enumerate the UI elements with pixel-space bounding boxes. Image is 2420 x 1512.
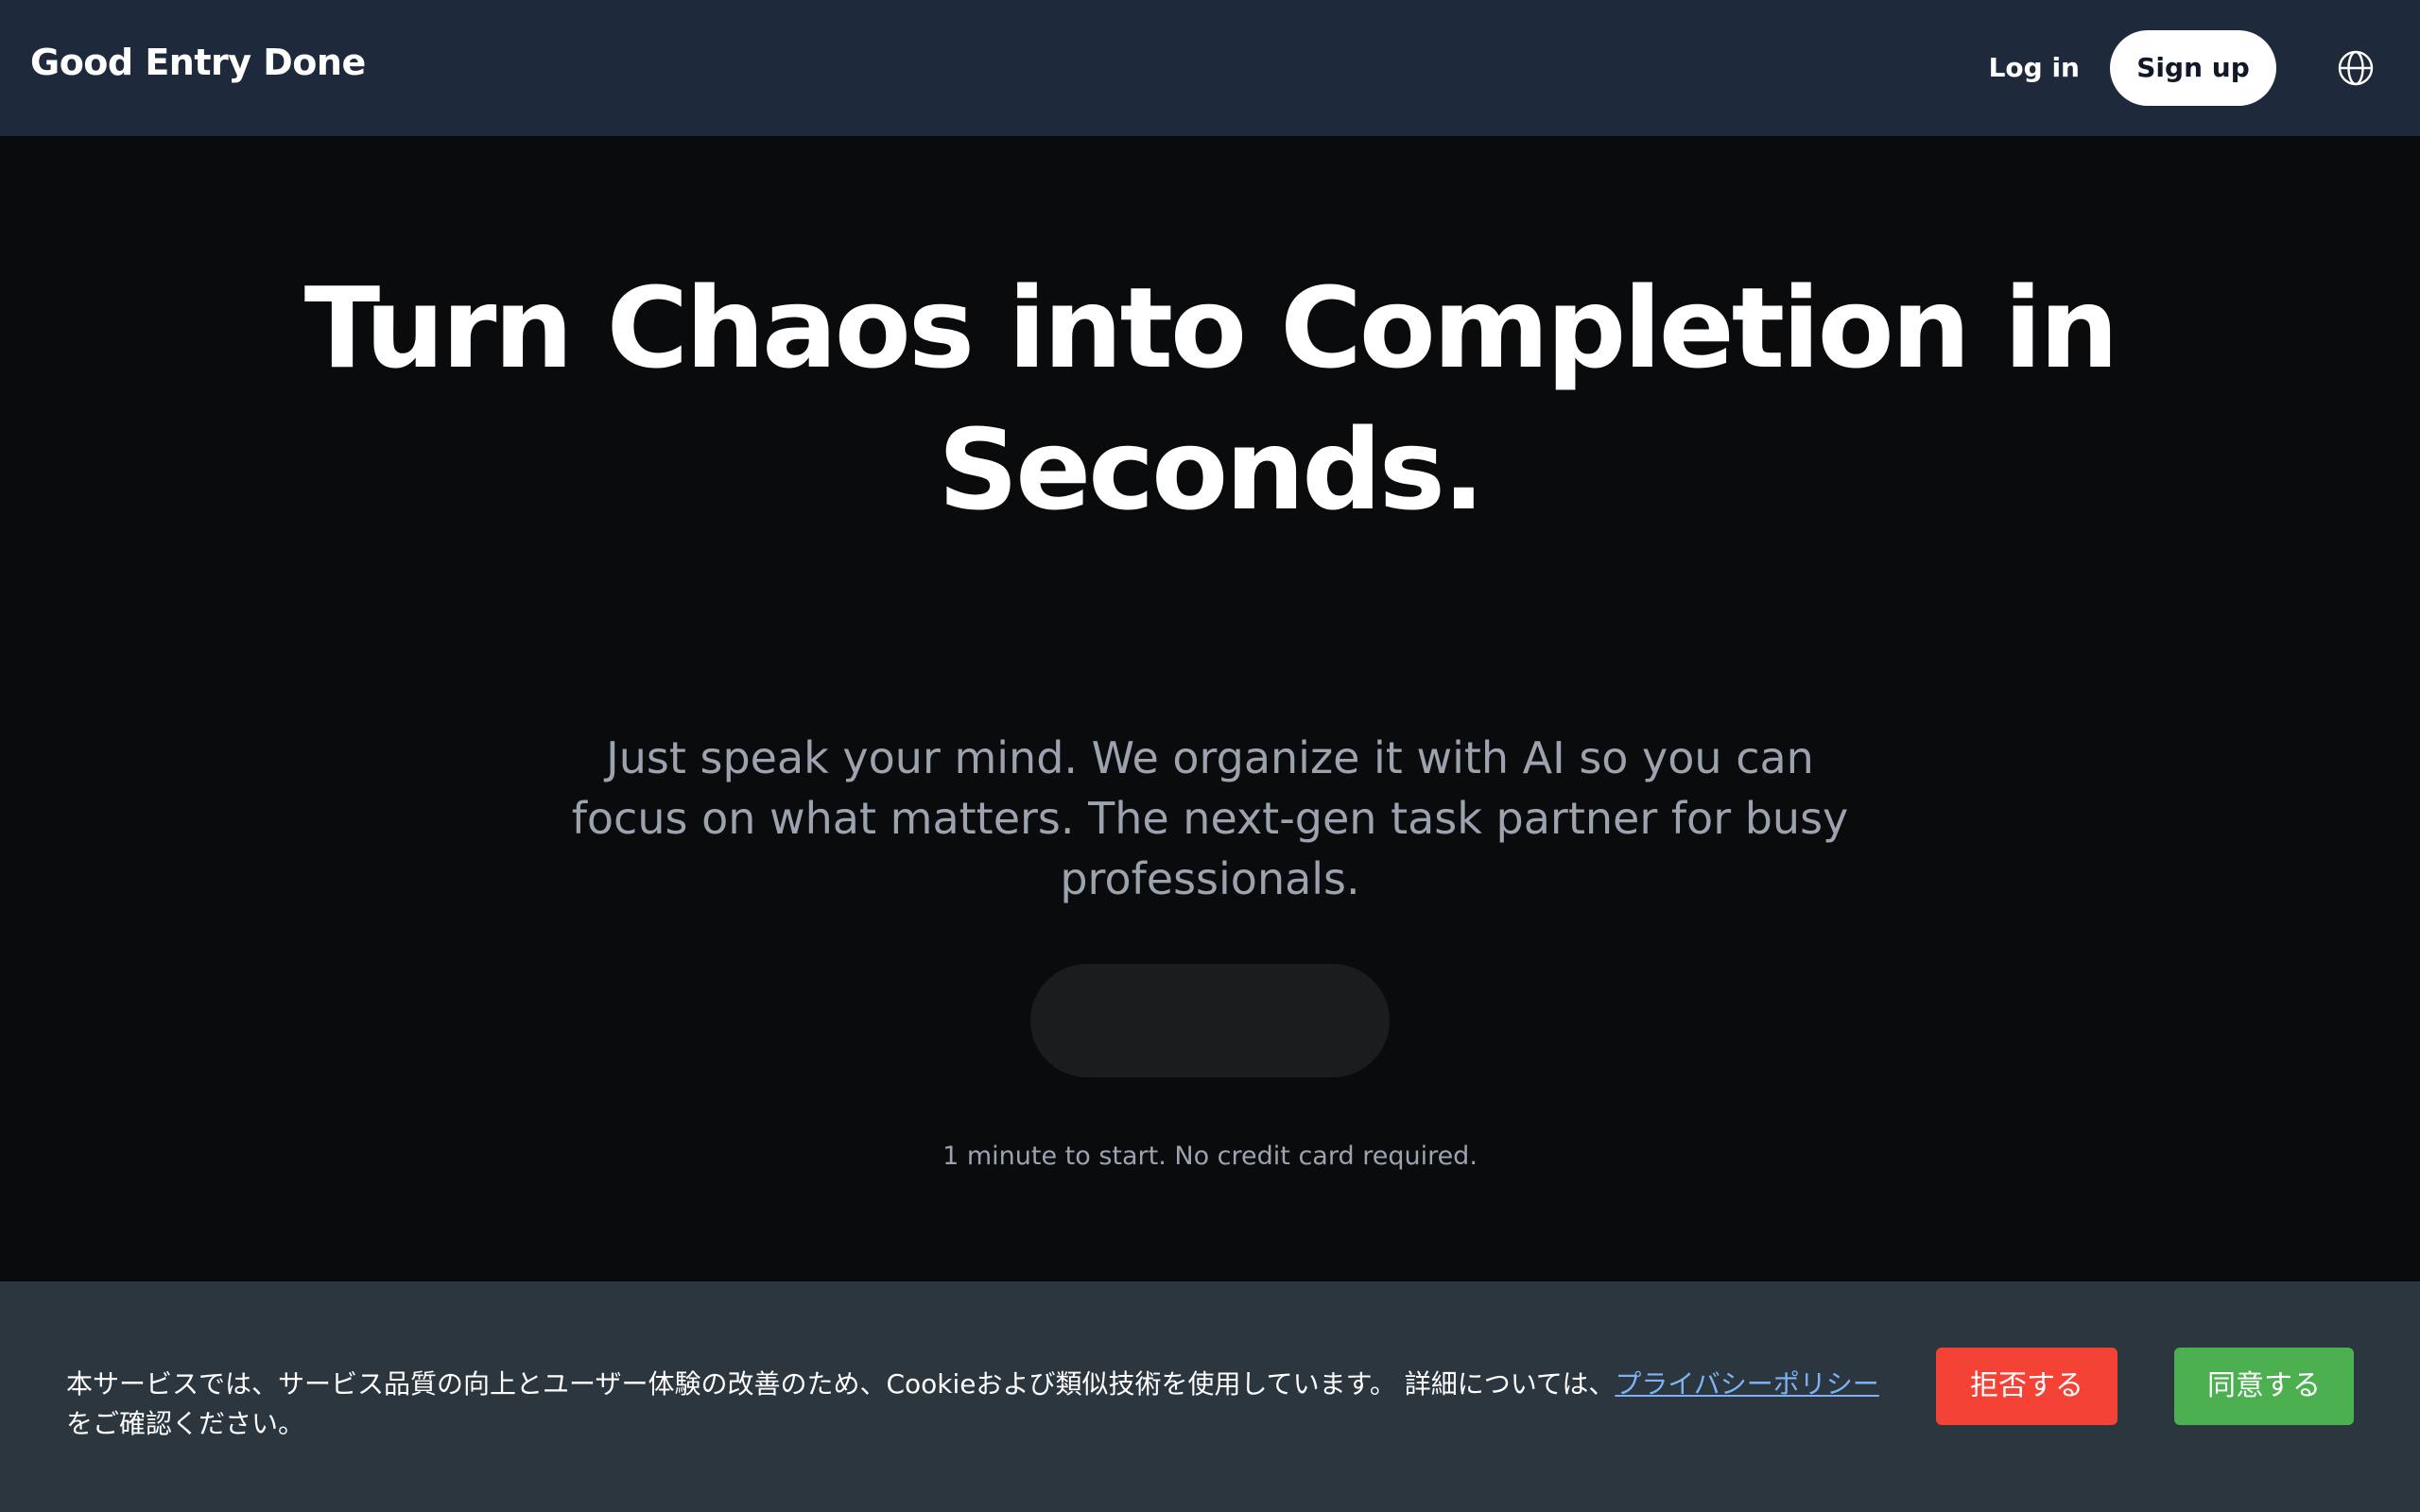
reject-cookies-button[interactable]: 拒否する — [1936, 1348, 2118, 1425]
hero-subtext: Just speak your mind. We organize it wit… — [571, 732, 1849, 904]
top-navigation-bar: Good Entry Done Log in Sign up — [0, 0, 2420, 136]
privacy-policy-link[interactable]: プライバシーポリシー — [1615, 1368, 1878, 1400]
signup-button[interactable]: Sign up — [2110, 30, 2276, 106]
cookie-message-end: をご確認ください。 — [66, 1408, 305, 1439]
accept-cookies-button[interactable]: 同意する — [2174, 1348, 2354, 1425]
brand-logo-text[interactable]: Good Entry Done — [30, 42, 366, 83]
cookie-message: 本サービスでは、サービス品質の向上とユーザー体験の改善のため、Cookieおよび… — [66, 1365, 1891, 1444]
hero-headline: Turn Chaos into Completion in Seconds. — [303, 263, 2118, 535]
globe-icon[interactable] — [2337, 49, 2375, 87]
hero-note: 1 minute to start. No credit card requir… — [942, 1142, 1478, 1171]
login-link[interactable]: Log in — [1985, 49, 2080, 87]
cookie-message-text: 本サービスでは、サービス品質の向上とユーザー体験の改善のため、Cookieおよび… — [66, 1368, 1616, 1400]
get-started-button[interactable] — [1030, 964, 1390, 1077]
